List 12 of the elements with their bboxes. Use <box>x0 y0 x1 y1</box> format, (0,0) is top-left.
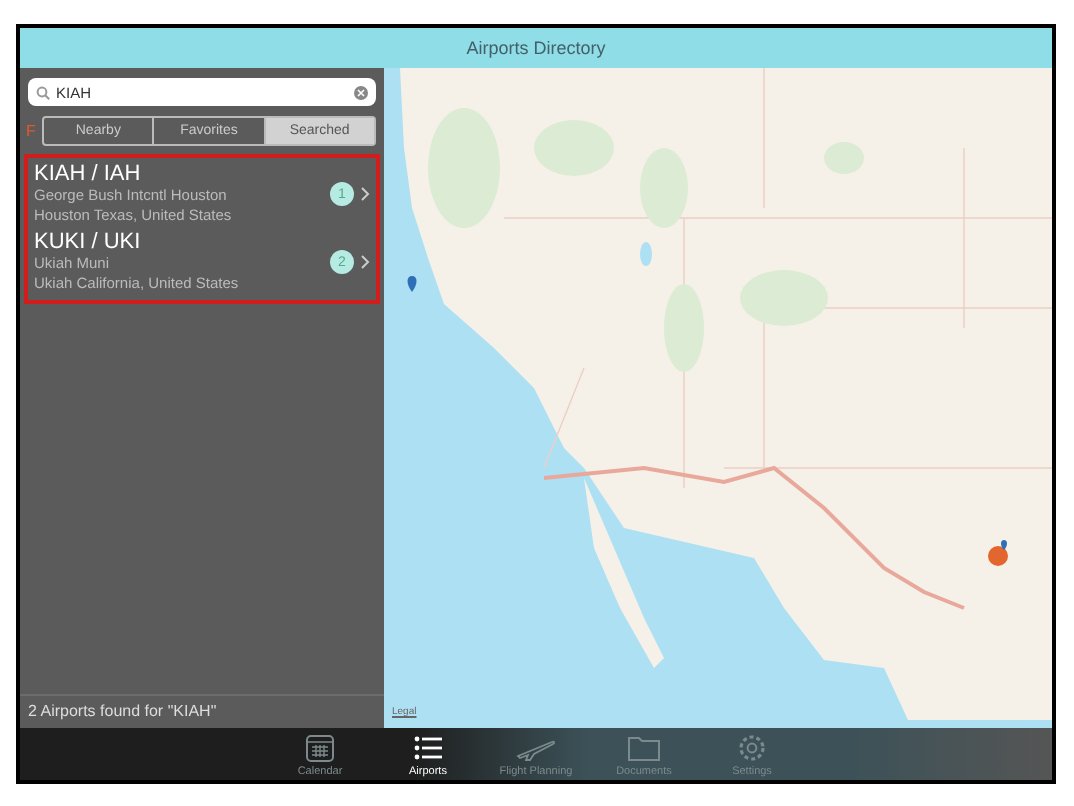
airport-code[interactable]: KIAH / IAH <box>34 162 330 186</box>
calendar-icon <box>304 731 336 763</box>
index-letter: F <box>26 122 38 140</box>
window-title: Airports Directory <box>466 38 606 58</box>
folder-icon <box>626 731 662 763</box>
chevron-icon[interactable] <box>360 254 370 270</box>
clear-icon[interactable] <box>354 85 368 99</box>
settings-icon <box>736 731 768 763</box>
search-icon <box>36 85 50 99</box>
airport-code[interactable]: KUKI / UKI <box>34 230 330 254</box>
list-icon <box>412 731 444 763</box>
chevron-icon[interactable] <box>360 186 370 202</box>
